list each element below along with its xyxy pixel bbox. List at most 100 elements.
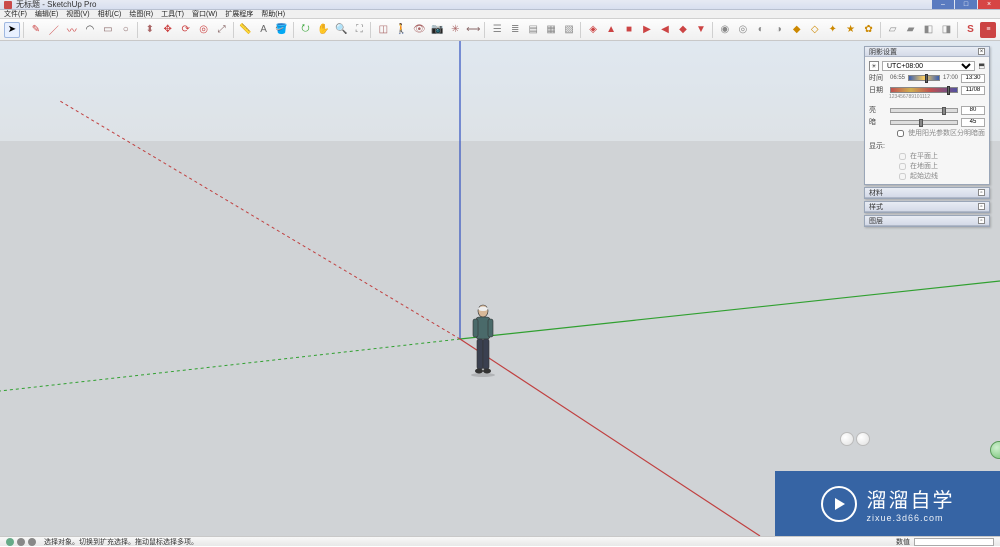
plugin-c-icon[interactable]: ◐ — [753, 22, 769, 38]
plugin-h-icon[interactable]: ★ — [843, 22, 859, 38]
menu-window[interactable]: 窗口(W) — [192, 9, 217, 19]
pan-tool-icon[interactable]: ✋ — [316, 22, 332, 38]
su-logo-icon[interactable]: S — [962, 22, 978, 38]
top-view-icon[interactable]: ▲ — [603, 22, 619, 38]
tape-tool-icon[interactable]: 📏 — [238, 22, 254, 38]
walk-tool-icon[interactable]: 🚶 — [393, 22, 409, 38]
plugin-d-icon[interactable]: ◑ — [771, 22, 787, 38]
plugin-a-icon[interactable]: ◉ — [717, 22, 733, 38]
view-bubble-b-icon[interactable] — [856, 432, 870, 446]
scale-tool-icon[interactable]: ⤢ — [214, 22, 230, 38]
freehand-tool-icon[interactable]: 〰 — [64, 22, 80, 38]
menu-draw[interactable]: 绘图(R) — [129, 9, 153, 19]
rect-tool-icon[interactable]: ▭ — [100, 22, 116, 38]
collapse-icon[interactable]: ▫ — [978, 203, 985, 210]
back-view-icon[interactable]: ◀ — [657, 22, 673, 38]
styles-tray: 样式 ▫ — [864, 201, 990, 213]
select-tool-icon[interactable]: ➤ — [4, 22, 20, 38]
time-slider[interactable] — [908, 75, 940, 81]
eraser-tool-icon[interactable]: ✎ — [28, 22, 44, 38]
rotate-tool-icon[interactable]: ⟳ — [178, 22, 194, 38]
display-faces-label: 在平面上 — [910, 151, 938, 161]
left-view-icon[interactable]: ◆ — [675, 22, 691, 38]
orbit-tool-icon[interactable]: ⭮ — [298, 22, 314, 38]
status-icon-c[interactable] — [28, 538, 36, 546]
extension-icon[interactable]: ≡ — [980, 22, 996, 38]
date-slider[interactable] — [890, 87, 958, 93]
light-value-input[interactable] — [961, 106, 985, 115]
3d-viewport[interactable] — [0, 41, 1000, 536]
position-camera-icon[interactable]: 📷 — [429, 22, 445, 38]
status-icon-b[interactable] — [17, 538, 25, 546]
sandbox-a-icon[interactable]: ▱ — [885, 22, 901, 38]
bottom-view-icon[interactable]: ▼ — [693, 22, 709, 38]
right-view-icon[interactable]: ▶ — [639, 22, 655, 38]
plugin-f-icon[interactable]: ◇ — [807, 22, 823, 38]
window-controls: – □ × — [932, 0, 1000, 9]
inspector-trays: 阴影设置 × ☀ UTC+08:00 ⬒ 时间 06:55 17:00 — [864, 46, 990, 227]
menu-tools[interactable]: 工具(T) — [161, 9, 184, 19]
shadow-info-icon[interactable]: ⬒ — [978, 62, 985, 70]
front-view-icon[interactable]: ■ — [621, 22, 637, 38]
outliner-icon[interactable]: ☰ — [489, 22, 505, 38]
status-icon-a[interactable] — [6, 538, 14, 546]
iso-view-icon[interactable]: ◈ — [585, 22, 601, 38]
shadow-tray-header[interactable]: 阴影设置 × — [865, 47, 989, 57]
collapse-icon[interactable]: × — [978, 48, 985, 55]
circle-tool-icon[interactable]: ○ — [118, 22, 134, 38]
view-bubble-a-icon[interactable] — [840, 432, 854, 446]
scenes-icon[interactable]: ▤ — [525, 22, 541, 38]
light-slider[interactable] — [890, 108, 958, 113]
paint-tool-icon[interactable]: 🪣 — [274, 22, 290, 38]
close-button[interactable]: × — [978, 0, 1000, 9]
sandbox-c-icon[interactable]: ◧ — [921, 22, 937, 38]
maximize-button[interactable]: □ — [955, 0, 977, 9]
sandbox-b-icon[interactable]: ▰ — [903, 22, 919, 38]
menu-edit[interactable]: 编辑(E) — [35, 9, 58, 19]
date-label: 日期 — [869, 85, 887, 95]
timezone-select[interactable]: UTC+08:00 — [882, 61, 975, 71]
window-title: 无标题 - SketchUp Pro — [16, 0, 96, 10]
dimension-tool-icon[interactable]: ⟷ — [465, 22, 481, 38]
minimize-button[interactable]: – — [932, 0, 954, 9]
collapse-icon[interactable]: ▫ — [978, 189, 985, 196]
layers-tray-header[interactable]: 图层 ▫ — [865, 216, 989, 226]
plugin-i-icon[interactable]: ✿ — [861, 22, 877, 38]
offset-tool-icon[interactable]: ◎ — [196, 22, 212, 38]
dark-slider[interactable] — [890, 120, 958, 125]
axes-tool-icon[interactable]: ✳ — [447, 22, 463, 38]
arc-tool-icon[interactable]: ◠ — [82, 22, 98, 38]
materials-tray-header[interactable]: 材料 ▫ — [865, 188, 989, 198]
sunlight-checkbox[interactable] — [897, 130, 904, 137]
menu-camera[interactable]: 相机(C) — [98, 9, 122, 19]
zoom-extents-icon[interactable]: ⛶ — [351, 22, 367, 38]
section-tool-icon[interactable]: ◫ — [375, 22, 391, 38]
sandbox-d-icon[interactable]: ◨ — [939, 22, 955, 38]
move-tool-icon[interactable]: ✥ — [160, 22, 176, 38]
styles-icon[interactable]: ▦ — [543, 22, 559, 38]
shadows-icon[interactable]: ▧ — [561, 22, 577, 38]
zoom-tool-icon[interactable]: 🔍 — [333, 22, 349, 38]
time-value-input[interactable] — [961, 74, 985, 83]
menu-file[interactable]: 文件(F) — [4, 9, 27, 19]
styles-tray-title: 样式 — [869, 202, 883, 212]
layers-icon[interactable]: ≣ — [507, 22, 523, 38]
text-tool-icon[interactable]: A — [256, 22, 272, 38]
menu-help[interactable]: 帮助(H) — [261, 9, 285, 19]
display-ground-label: 在地面上 — [910, 161, 938, 171]
look-tool-icon[interactable]: 👁 — [411, 22, 427, 38]
pushpull-tool-icon[interactable]: ⬍ — [142, 22, 158, 38]
dark-value-input[interactable] — [961, 118, 985, 127]
menu-extensions[interactable]: 扩展程序 — [225, 9, 253, 19]
plugin-e-icon[interactable]: ◆ — [789, 22, 805, 38]
styles-tray-header[interactable]: 样式 ▫ — [865, 202, 989, 212]
materials-tray: 材料 ▫ — [864, 187, 990, 199]
menu-view[interactable]: 视图(V) — [66, 9, 89, 19]
date-value-input[interactable] — [961, 86, 985, 95]
plugin-b-icon[interactable]: ◎ — [735, 22, 751, 38]
collapse-icon[interactable]: ▫ — [978, 217, 985, 224]
plugin-g-icon[interactable]: ✦ — [825, 22, 841, 38]
line-tool-icon[interactable]: ／ — [46, 22, 62, 38]
value-input[interactable] — [914, 538, 994, 546]
shadow-toggle-icon[interactable]: ☀ — [869, 61, 879, 71]
